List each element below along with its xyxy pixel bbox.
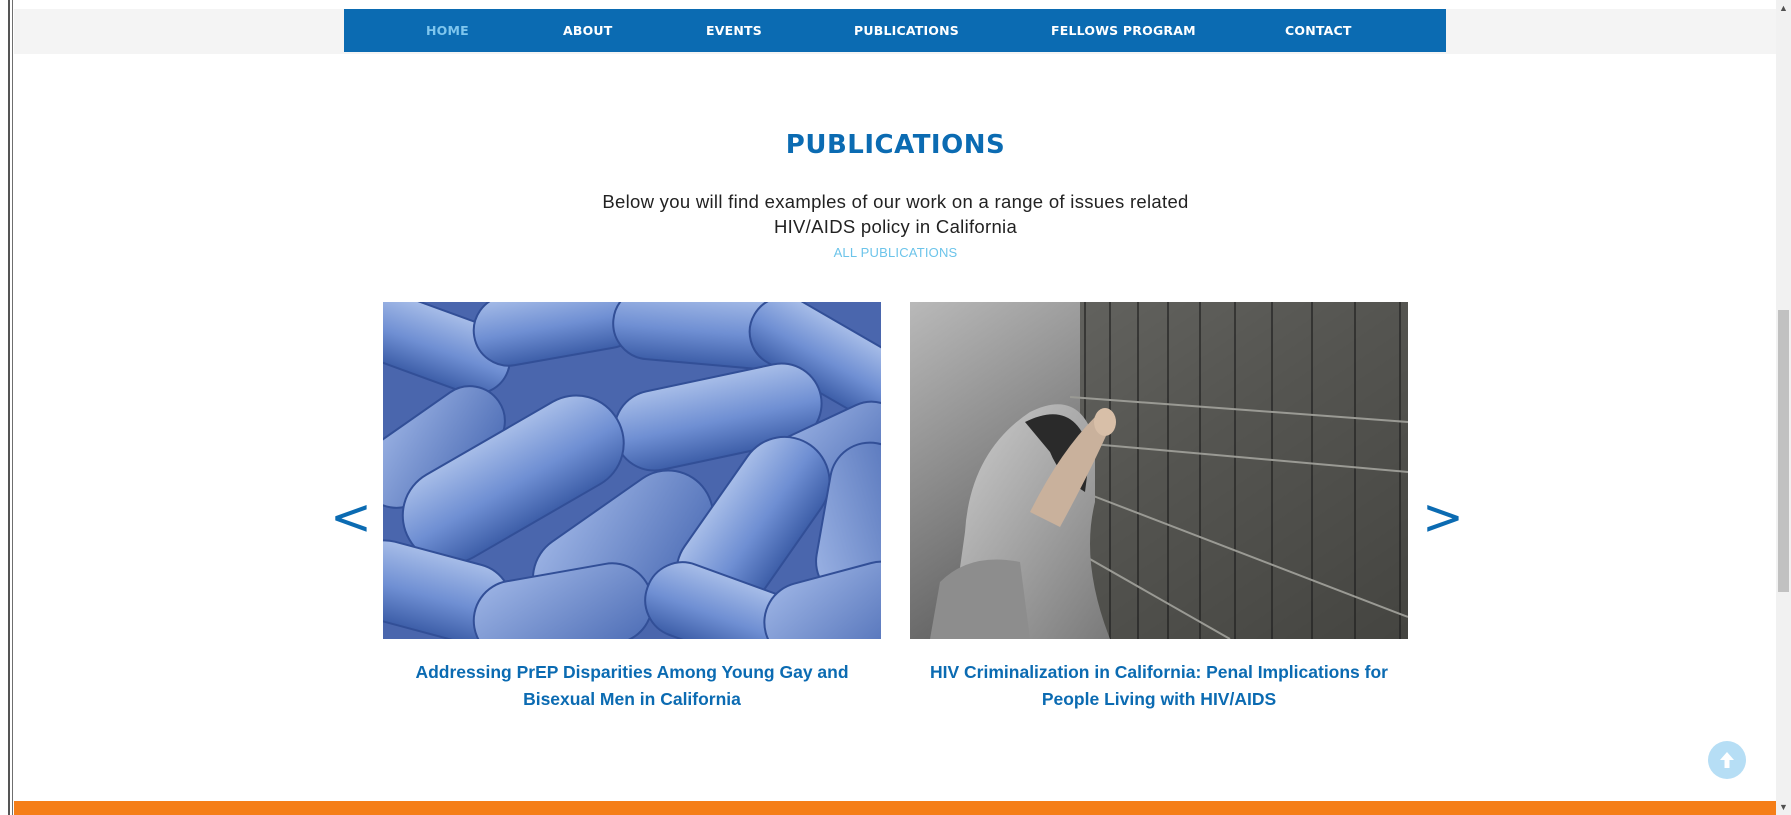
nav-contact[interactable]: CONTACT bbox=[1285, 9, 1352, 52]
nav-home[interactable]: HOME bbox=[426, 9, 469, 52]
publication-title-line-1: Addressing PrEP Disparities Among Young … bbox=[415, 662, 849, 682]
carousel-prev-button[interactable]: < bbox=[330, 487, 372, 547]
publication-title[interactable]: Addressing PrEP Disparities Among Young … bbox=[383, 659, 881, 713]
carousel-next-button[interactable]: > bbox=[1422, 487, 1464, 547]
publication-title-line-2: Bisexual Men in California bbox=[523, 689, 741, 709]
scroll-to-top-button[interactable] bbox=[1708, 741, 1746, 779]
intro-line-1: Below you will find examples of our work… bbox=[602, 191, 1189, 212]
blue-pills-photo[interactable] bbox=[383, 302, 881, 639]
scroll-down-arrow-icon[interactable]: ▼ bbox=[1776, 799, 1791, 815]
intro-line-2: HIV/AIDS policy in California bbox=[773, 216, 1018, 237]
main-navbar: HOME ABOUT EVENTS PUBLICATIONS FELLOWS P… bbox=[344, 9, 1446, 52]
vertical-scrollbar[interactable]: ▲ ▼ bbox=[1776, 0, 1791, 815]
publication-title-line-1: HIV Criminalization in California: Penal… bbox=[930, 662, 1388, 682]
publication-title[interactable]: HIV Criminalization in California: Penal… bbox=[910, 659, 1408, 713]
section-intro: Below you will find examples of our work… bbox=[0, 189, 1791, 239]
nav-about[interactable]: ABOUT bbox=[563, 9, 613, 52]
nav-events[interactable]: EVENTS bbox=[706, 9, 762, 52]
publication-title-line-2: People Living with HIV/AIDS bbox=[1041, 689, 1277, 709]
section-title: PUBLICATIONS bbox=[785, 130, 1006, 160]
publication-card: Addressing PrEP Disparities Among Young … bbox=[383, 302, 881, 713]
nav-fellows-program[interactable]: FELLOWS PROGRAM bbox=[1051, 9, 1196, 52]
window-left-border bbox=[0, 0, 13, 815]
footer-bar bbox=[14, 801, 1776, 815]
nav-publications[interactable]: PUBLICATIONS bbox=[854, 9, 959, 52]
top-strip bbox=[14, 0, 1776, 9]
hooded-person-at-fence-photo[interactable] bbox=[910, 302, 1408, 639]
scroll-up-arrow-icon[interactable]: ▲ bbox=[1776, 0, 1791, 16]
scrollbar-thumb[interactable] bbox=[1778, 310, 1789, 592]
all-publications-link[interactable]: ALL PUBLICATIONS bbox=[0, 245, 1791, 260]
publication-card: HIV Criminalization in California: Penal… bbox=[910, 302, 1408, 713]
arrow-up-icon bbox=[1720, 752, 1734, 768]
